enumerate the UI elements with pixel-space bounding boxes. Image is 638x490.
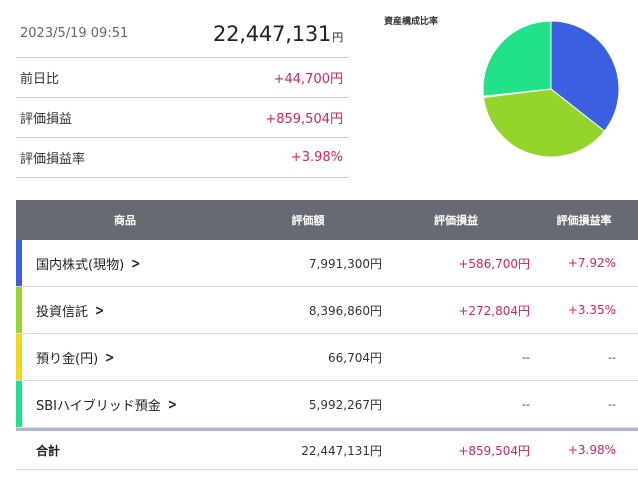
summary-row-gain-rate: 評価損益率 +3.98%	[16, 138, 349, 178]
total-asset-amount: 22,447,131	[212, 21, 332, 46]
pie-slice	[482, 20, 552, 97]
product-name: 預り金(円)	[36, 351, 99, 367]
total-label: 合計	[36, 443, 61, 458]
row-gain-rate: --	[608, 397, 616, 411]
product-link-hybrid-deposit[interactable]: SBIハイブリッド預金 >	[16, 395, 234, 414]
allocation-chart-title: 資産構成比率	[384, 17, 439, 27]
header-product: 商品	[114, 214, 136, 227]
portfolio-summary: 2023/5/19 09:51 22,447,131円 前日比 +44,700円…	[16, 10, 349, 178]
total-gain: +859,504円	[458, 443, 530, 458]
row-gain: --	[522, 397, 530, 411]
table-total-row: 合計 22,447,131円 +859,504円 +3.98%	[16, 428, 638, 470]
day-change-label: 前日比	[20, 72, 60, 87]
product-link-investment-trust[interactable]: 投資信託 >	[16, 301, 234, 320]
row-gain: +586,700円	[458, 256, 530, 271]
chevron-right-icon: >	[167, 395, 177, 413]
table-header: 商品 評価額 評価損益 評価損益率	[16, 200, 638, 240]
gain-rate-value: +3.98%	[290, 150, 343, 165]
product-name: 投資信託	[36, 304, 89, 320]
summary-row-unrealized-gain: 評価損益 +859,504円	[16, 98, 349, 138]
chevron-right-icon: >	[95, 301, 105, 319]
table-row: 国内株式(現物) > 7,991,300円 +586,700円 +7.92%	[16, 240, 638, 287]
holdings-table: 商品 評価額 評価損益 評価損益率 国内株式(現物) > 7,991,300円 +…	[16, 200, 638, 470]
category-color-bar	[16, 240, 22, 286]
product-name: SBIハイブリッド預金	[36, 398, 161, 414]
table-row: SBIハイブリッド預金 > 5,992,267円 -- --	[16, 381, 638, 428]
row-value: 66,704円	[328, 350, 382, 365]
gain-rate-label: 評価損益率	[20, 152, 86, 167]
total-gain-rate: +3.98%	[567, 443, 616, 457]
header-value: 評価額	[291, 214, 325, 227]
table-row: 投資信託 > 8,396,860円 +272,804円 +3.35%	[16, 287, 638, 334]
chevron-right-icon: >	[105, 348, 115, 366]
total-value: 22,447,131円	[301, 443, 382, 458]
day-change-value: +44,700円	[273, 72, 343, 87]
total-asset-value: 22,447,131円	[213, 22, 343, 46]
product-link-domestic-stock[interactable]: 国内株式(現物) >	[16, 254, 234, 273]
row-gain-rate: --	[608, 350, 616, 364]
category-color-bar	[16, 334, 22, 380]
unrealized-gain-label: 評価損益	[20, 112, 73, 127]
total-asset-unit: 円	[332, 30, 343, 44]
table-row: 預り金(円) > 66,704円 -- --	[16, 334, 638, 381]
row-gain-rate: +7.92%	[567, 256, 616, 270]
row-value: 8,396,860円	[308, 303, 382, 318]
timestamp: 2023/5/19 09:51	[20, 26, 129, 41]
row-gain: --	[522, 350, 530, 364]
category-color-bar	[16, 287, 22, 333]
category-color-bar	[16, 381, 22, 427]
allocation-pie-chart	[482, 20, 620, 158]
summary-header-row: 2023/5/19 09:51 22,447,131円	[16, 10, 349, 58]
product-link-cash-deposit[interactable]: 預り金(円) >	[16, 348, 234, 367]
unrealized-gain-value: +859,504円	[265, 112, 343, 127]
chevron-right-icon: >	[131, 254, 141, 272]
summary-row-day-change: 前日比 +44,700円	[16, 58, 349, 98]
row-gain-rate: +3.35%	[567, 303, 616, 317]
product-name: 国内株式(現物)	[36, 257, 125, 273]
row-value: 7,991,300円	[308, 256, 382, 271]
row-gain: +272,804円	[458, 303, 530, 318]
header-gain-rate: 評価損益率	[556, 214, 612, 227]
row-value: 5,992,267円	[308, 397, 382, 412]
header-gain: 評価損益	[434, 214, 478, 227]
